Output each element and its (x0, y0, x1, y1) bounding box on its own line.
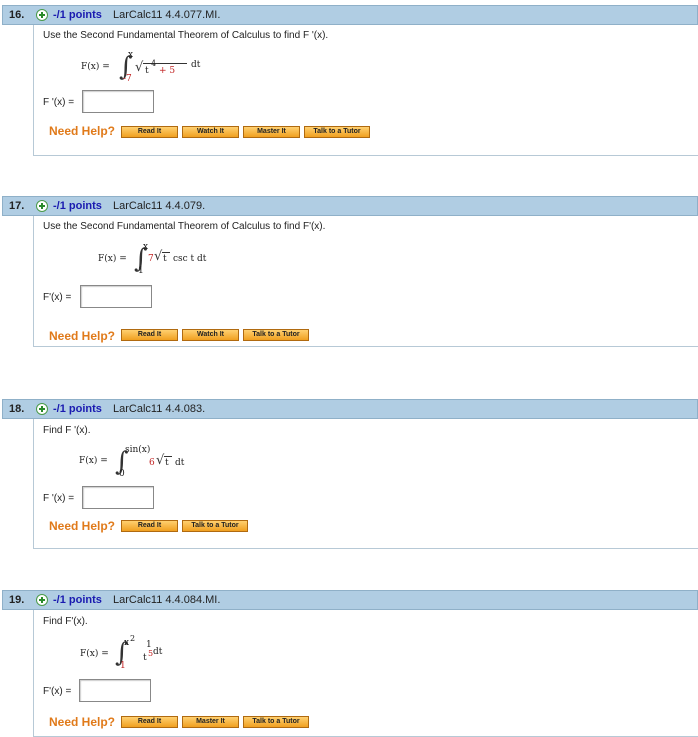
question-number: 19. (9, 594, 25, 606)
question-number: 16. (9, 9, 25, 21)
question-reference: LarCalc11 4.4.079. (113, 200, 206, 212)
upper-limit: x (143, 242, 149, 252)
question-prompt: Use the Second Fundamental Theorem of Ca… (43, 30, 329, 41)
need-help-label: Need Help? (49, 715, 116, 729)
question-reference: LarCalc11 4.4.083. (113, 403, 206, 415)
question-prompt: Find F'(x). (43, 616, 88, 627)
integral-formula: F(x) = ∫ x 1 7 t csc t dt (98, 242, 258, 280)
expand-plus-icon[interactable] (36, 403, 48, 415)
need-help-label: Need Help? (49, 329, 116, 343)
integrand-exponent: 4 (151, 59, 157, 68)
expand-plus-icon[interactable] (36, 594, 48, 606)
integral-formula: F(x) = ∫ sin(x) 0 6 t dt (79, 445, 239, 485)
read-it-button[interactable]: Read It (121, 126, 178, 138)
question-body: Find F '(x). F(x) = ∫ sin(x) 0 6 t dt F … (33, 419, 698, 549)
talk-to-tutor-button[interactable]: Talk to a Tutor (243, 329, 309, 341)
integrand-coefficient: 6 (149, 458, 155, 468)
differential: dt (153, 647, 163, 657)
question-header: 17. -/1 points LarCalc11 4.4.079. (2, 196, 698, 216)
question-prompt: Use the Second Fundamental Theorem of Ca… (43, 221, 326, 232)
formula-lhs: F(x) = (81, 62, 110, 72)
master-it-button[interactable]: Master It (243, 126, 300, 138)
question-header: 18. -/1 points LarCalc11 4.4.083. (2, 399, 698, 419)
points-label: -/1 points (53, 200, 102, 212)
integrand-tail: csc t dt (173, 254, 207, 264)
talk-to-tutor-button[interactable]: Talk to a Tutor (182, 520, 248, 532)
integral-formula: F(x) = ∫ x -7 t 4 + 5 dt (81, 50, 241, 88)
answer-label: F'(x) = (43, 686, 72, 697)
lower-limit: 0 (119, 469, 125, 479)
expand-plus-icon[interactable] (36, 9, 48, 21)
differential: dt (175, 458, 185, 468)
talk-to-tutor-button[interactable]: Talk to a Tutor (304, 126, 370, 138)
question-body: Use the Second Fundamental Theorem of Ca… (33, 216, 698, 347)
read-it-button[interactable]: Read It (121, 329, 178, 341)
read-it-button[interactable]: Read It (121, 716, 178, 728)
points-label: -/1 points (53, 594, 102, 606)
differential: dt (191, 60, 201, 70)
points-label: -/1 points (53, 9, 102, 21)
question-number: 17. (9, 200, 25, 212)
question-header: 16. -/1 points LarCalc11 4.4.077.MI. (2, 5, 698, 25)
answer-label: F '(x) = (43, 97, 75, 108)
lower-limit: 1 (138, 266, 144, 276)
points-label: -/1 points (53, 403, 102, 415)
formula-lhs: F(x) = (79, 456, 108, 466)
integrand-coefficient: 7 (148, 254, 154, 264)
question-body: Use the Second Fundamental Theorem of Ca… (33, 25, 698, 156)
integrand-variable: t (145, 66, 149, 76)
need-help-label: Need Help? (49, 519, 116, 533)
answer-input[interactable] (82, 486, 154, 509)
watch-it-button[interactable]: Watch It (182, 126, 239, 138)
lower-limit: 1 (120, 661, 126, 671)
integrand-variable: t (165, 458, 169, 468)
expand-plus-icon[interactable] (36, 200, 48, 212)
formula-lhs: F(x) = (80, 649, 109, 659)
answer-input[interactable] (82, 90, 154, 113)
question-number: 18. (9, 403, 25, 415)
integrand-constant: + 5 (159, 66, 176, 76)
answer-input[interactable] (79, 679, 151, 702)
upper-limit-exponent: 2 (130, 634, 136, 643)
question-reference: LarCalc11 4.4.077.MI. (113, 9, 221, 21)
upper-limit: x (128, 50, 134, 60)
answer-label: F '(x) = (43, 493, 75, 504)
fraction-denominator: t (143, 653, 147, 663)
watch-it-button[interactable]: Watch It (182, 329, 239, 341)
master-it-button[interactable]: Master It (182, 716, 239, 728)
lower-limit: -7 (123, 74, 132, 84)
read-it-button[interactable]: Read It (121, 520, 178, 532)
integral-formula: F(x) = ∫ x 2 1 1 t 5 dt (80, 634, 240, 676)
need-help-label: Need Help? (49, 124, 116, 138)
question-body: Find F'(x). F(x) = ∫ x 2 1 1 t 5 dt F'(x… (33, 610, 698, 737)
question-reference: LarCalc11 4.4.084.MI. (113, 594, 221, 606)
integrand-variable: t (163, 254, 167, 264)
answer-label: F'(x) = (43, 292, 72, 303)
upper-limit: sin(x) (125, 445, 151, 455)
answer-input[interactable] (80, 285, 152, 308)
question-header: 19. -/1 points LarCalc11 4.4.084.MI. (2, 590, 698, 610)
upper-limit: x (124, 638, 130, 648)
formula-lhs: F(x) = (98, 254, 127, 264)
question-prompt: Find F '(x). (43, 425, 91, 436)
talk-to-tutor-button[interactable]: Talk to a Tutor (243, 716, 309, 728)
